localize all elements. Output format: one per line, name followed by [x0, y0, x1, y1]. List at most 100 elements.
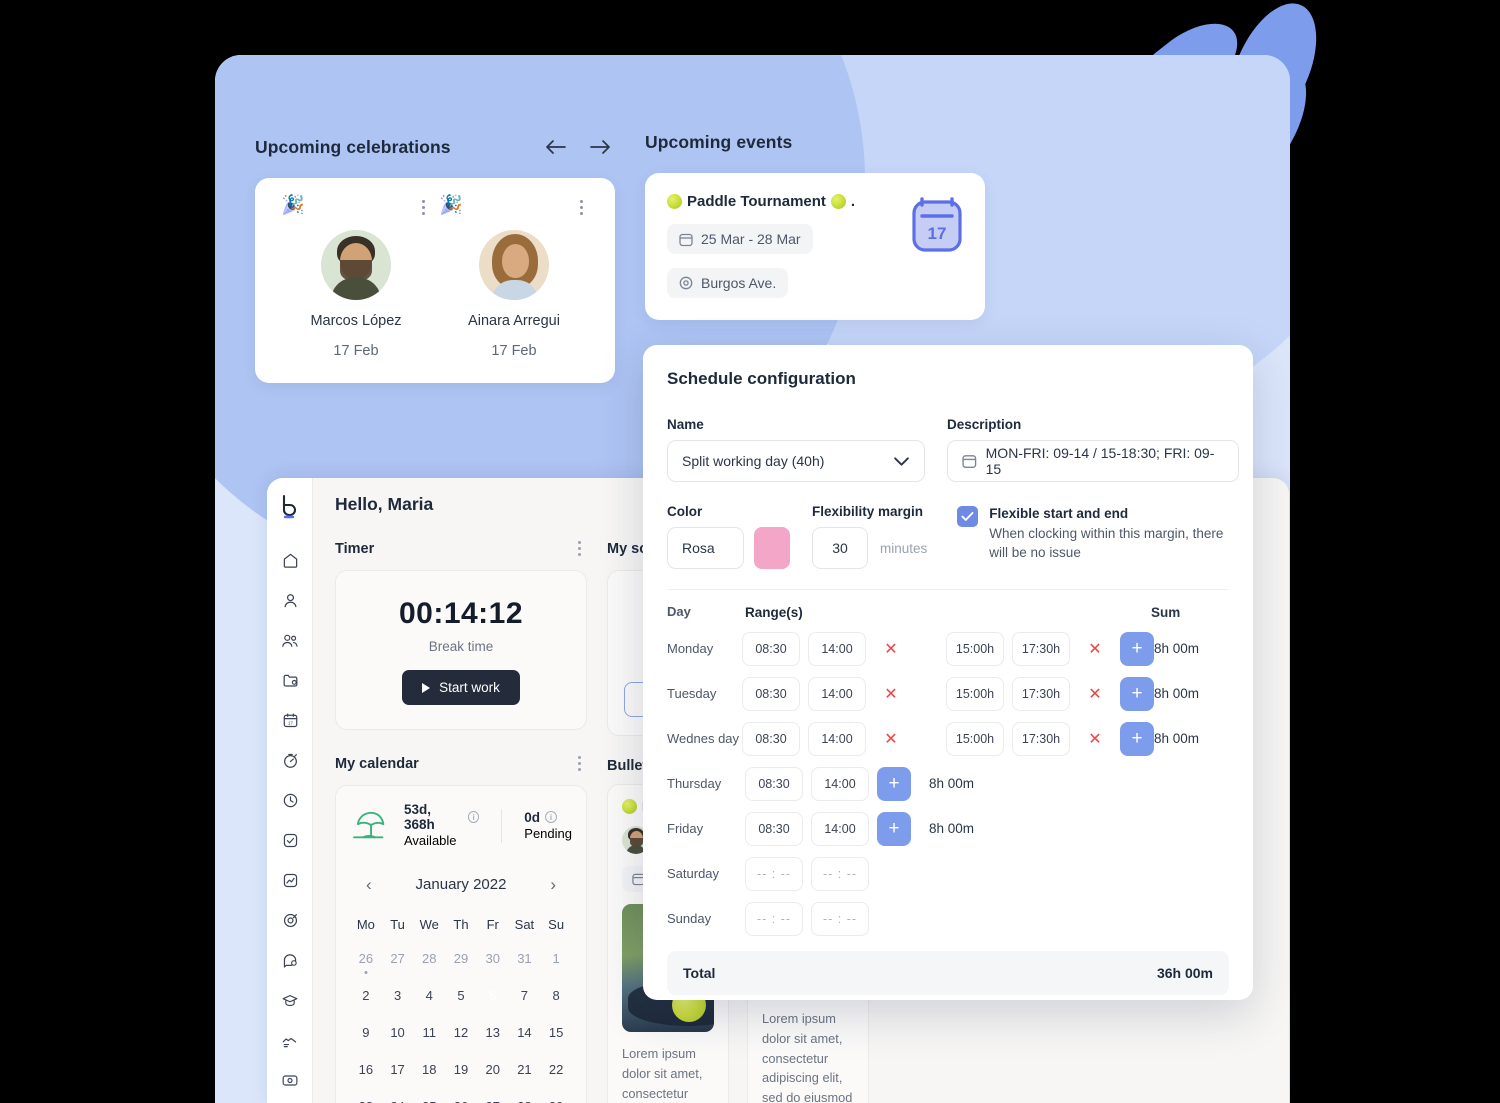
calendar-day[interactable]: 22: [540, 1053, 572, 1086]
calendar-day[interactable]: 3: [382, 979, 414, 1012]
calendar-day[interactable]: 16: [350, 1053, 382, 1086]
time-input[interactable]: 14:00: [811, 766, 869, 801]
time-input[interactable]: 08:30: [745, 811, 803, 846]
kebab-menu-icon[interactable]: [572, 752, 587, 775]
time-input[interactable]: 14:00: [811, 811, 869, 846]
start-work-button[interactable]: Start work: [402, 670, 520, 705]
calendar-day[interactable]: 25: [413, 1090, 445, 1103]
logo-icon[interactable]: [267, 484, 313, 530]
calendar-day[interactable]: 21: [509, 1053, 541, 1086]
color-swatch[interactable]: [754, 527, 790, 569]
check-square-icon[interactable]: [267, 820, 313, 860]
folder-icon[interactable]: [267, 660, 313, 700]
close-x-icon[interactable]: ✕: [1078, 721, 1112, 756]
plus-icon[interactable]: +: [877, 766, 911, 801]
time-input[interactable]: -- : --: [745, 856, 803, 891]
calendar-day[interactable]: 14: [509, 1016, 541, 1049]
time-input[interactable]: 08:30: [742, 676, 800, 711]
calendar-day[interactable]: 11: [413, 1016, 445, 1049]
time-input[interactable]: -- : --: [811, 856, 869, 891]
description-input[interactable]: MON-FRI: 09-14 / 15-18:30; FRI: 09-15: [947, 440, 1239, 482]
time-input[interactable]: 14:00: [808, 631, 866, 666]
calendar-day[interactable]: 20: [477, 1053, 509, 1086]
info-icon[interactable]: i: [467, 811, 480, 823]
event-card[interactable]: Paddle Tournament . 25 Mar - 28 Mar Burg…: [645, 173, 985, 320]
close-x-icon[interactable]: ✕: [874, 676, 908, 711]
close-x-icon[interactable]: ✕: [1078, 676, 1112, 711]
close-x-icon[interactable]: ✕: [874, 631, 908, 666]
time-input[interactable]: -- : --: [745, 901, 803, 936]
calendar-day[interactable]: 28: [413, 942, 445, 975]
kebab-menu-icon[interactable]: [416, 196, 431, 219]
calendar-day[interactable]: 8: [540, 979, 572, 1012]
calendar-day[interactable]: 18: [413, 1053, 445, 1086]
target-icon[interactable]: [267, 900, 313, 940]
calendar-day[interactable]: 7: [509, 979, 541, 1012]
calendar-day[interactable]: 10: [382, 1016, 414, 1049]
calendar-day[interactable]: 6: [477, 979, 509, 1012]
calendar-day[interactable]: 15: [540, 1016, 572, 1049]
calendar-day[interactable]: 17: [382, 1053, 414, 1086]
arrow-left-icon[interactable]: [541, 132, 571, 162]
time-input[interactable]: 17:30h: [1012, 676, 1070, 711]
flexibility-input[interactable]: 30: [812, 527, 868, 569]
calendar-day[interactable]: 1: [540, 942, 572, 975]
time-input[interactable]: 15:00h: [946, 631, 1004, 666]
time-input[interactable]: 17:30h: [1012, 721, 1070, 756]
clock-icon[interactable]: [267, 780, 313, 820]
calendar-day[interactable]: 12: [445, 1016, 477, 1049]
calendar-day[interactable]: 19: [445, 1053, 477, 1086]
calendar-icon[interactable]: 17: [267, 700, 313, 740]
time-input[interactable]: -- : --: [811, 901, 869, 936]
time-input[interactable]: 15:00h: [946, 676, 1004, 711]
money-icon[interactable]: [267, 1060, 313, 1100]
calendar-day[interactable]: 30: [477, 942, 509, 975]
plus-icon[interactable]: +: [877, 811, 911, 846]
time-input[interactable]: 15:00h: [946, 721, 1004, 756]
calendar-day[interactable]: 27: [477, 1090, 509, 1103]
stopwatch-icon[interactable]: [267, 740, 313, 780]
celebration-item[interactable]: 🎉 Ainara Arregui 17 Feb: [435, 196, 593, 359]
calendar-day[interactable]: 24: [382, 1090, 414, 1103]
close-x-icon[interactable]: ✕: [874, 721, 908, 756]
person-icon[interactable]: [267, 580, 313, 620]
calendar-day[interactable]: 2: [350, 979, 382, 1012]
chevron-right-icon[interactable]: ›: [542, 872, 564, 897]
flexible-checkbox[interactable]: [957, 506, 979, 527]
people-icon[interactable]: [267, 620, 313, 660]
graduation-cap-icon[interactable]: [267, 980, 313, 1020]
calendar-day[interactable]: 26: [350, 942, 382, 975]
color-input[interactable]: Rosa: [667, 527, 744, 569]
calendar-day[interactable]: 13: [477, 1016, 509, 1049]
time-input[interactable]: 14:00: [808, 676, 866, 711]
time-input[interactable]: 17:30h: [1012, 631, 1070, 666]
plus-icon[interactable]: +: [1120, 721, 1154, 756]
arrow-right-icon[interactable]: [585, 132, 615, 162]
calendar-day[interactable]: 31: [509, 942, 541, 975]
calendar-day[interactable]: 27: [382, 942, 414, 975]
chart-icon[interactable]: [267, 860, 313, 900]
chat-icon[interactable]: [267, 940, 313, 980]
time-input[interactable]: 08:30: [742, 721, 800, 756]
info-icon[interactable]: i: [545, 811, 558, 823]
time-input[interactable]: 14:00: [808, 721, 866, 756]
calendar-day[interactable]: 29: [540, 1090, 572, 1103]
kebab-menu-icon[interactable]: [572, 537, 587, 560]
plus-icon[interactable]: +: [1120, 676, 1154, 711]
calendar-day[interactable]: 9: [350, 1016, 382, 1049]
kebab-menu-icon[interactable]: [574, 196, 589, 219]
name-select[interactable]: Split working day (40h): [667, 440, 925, 482]
calendar-day[interactable]: 23: [350, 1090, 382, 1103]
calendar-day[interactable]: 28: [509, 1090, 541, 1103]
home-icon[interactable]: [267, 540, 313, 580]
time-input[interactable]: 08:30: [745, 766, 803, 801]
handshake-icon[interactable]: [267, 1020, 313, 1060]
chevron-left-icon[interactable]: ‹: [358, 872, 380, 897]
close-x-icon[interactable]: ✕: [1078, 631, 1112, 666]
calendar-day[interactable]: 26: [445, 1090, 477, 1103]
calendar-day[interactable]: 29: [445, 942, 477, 975]
plus-icon[interactable]: +: [1120, 631, 1154, 666]
celebration-item[interactable]: 🎉 Marcos López 17 Feb: [277, 196, 435, 359]
calendar-day[interactable]: 5: [445, 979, 477, 1012]
calendar-day[interactable]: 4: [413, 979, 445, 1012]
